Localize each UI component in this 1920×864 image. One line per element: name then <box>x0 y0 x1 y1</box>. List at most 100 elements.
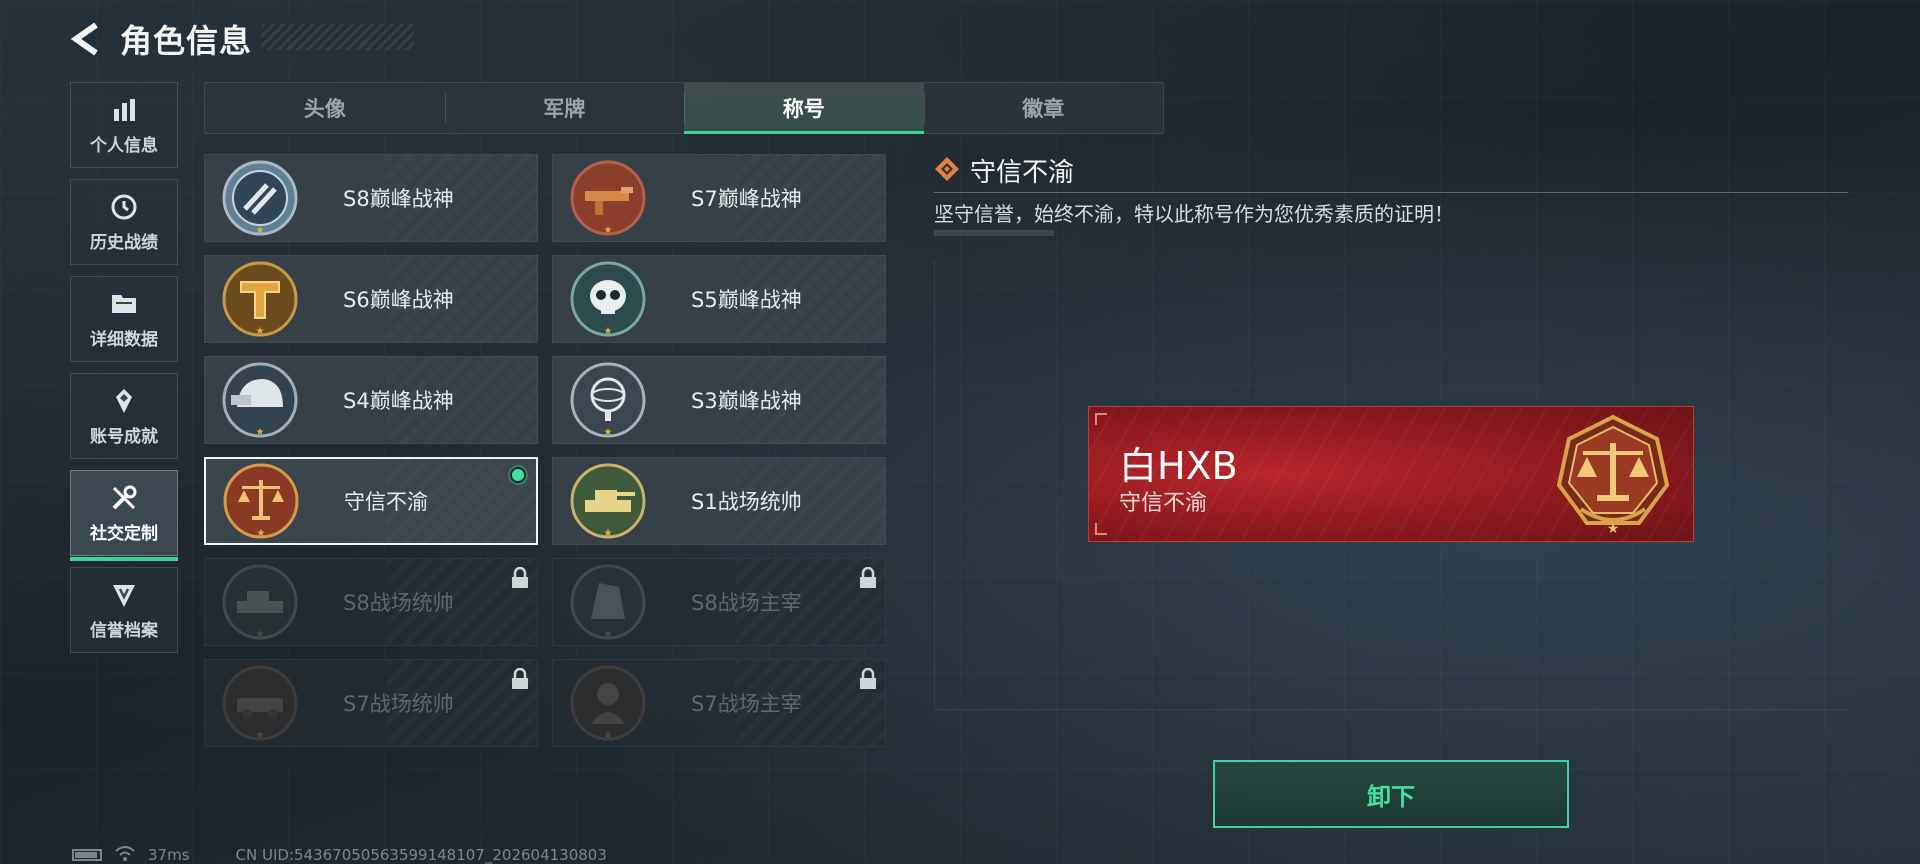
title-name: S6巅峰战神 <box>343 288 454 312</box>
building-emblem-icon: ★ <box>569 563 647 641</box>
sidebar-item-label: 历史战绩 <box>90 232 158 253</box>
diamond-icon <box>934 156 960 186</box>
title-card[interactable]: ★ S8巅峰战神 <box>204 154 538 242</box>
title-card[interactable]: ★ S5巅峰战神 <box>552 255 886 343</box>
title-name: S8战场统帅 <box>343 591 454 615</box>
sidebar-item-reputation[interactable]: 信誉档案 <box>70 567 178 653</box>
shield-rank-icon <box>109 580 139 610</box>
title-name: S7巅峰战神 <box>691 187 802 211</box>
unequip-button[interactable]: 卸下 <box>1213 760 1569 828</box>
title-card-locked[interactable]: ★ S7战场主宰 <box>552 659 886 747</box>
sidebar-item-achievements[interactable]: 账号成就 <box>70 373 178 459</box>
battery-icon <box>72 849 102 861</box>
vehicle-emblem-icon: ★ <box>221 664 299 742</box>
back-arrow-icon[interactable] <box>66 19 106 59</box>
svg-text:★: ★ <box>256 629 265 640</box>
title-card[interactable]: ★ S1战场统帅 <box>552 457 886 545</box>
svg-text:★: ★ <box>257 528 266 539</box>
nameplate-player-name: 白HXB <box>1119 444 1238 488</box>
sidebar-item-label: 个人信息 <box>90 135 158 156</box>
nameplate-preview: 白HXB 守信不渝 ★ <box>1088 406 1694 542</box>
latency-text: 37ms <box>148 846 190 864</box>
wifi-icon <box>114 845 136 864</box>
sidebar: 个人信息 历史战绩 详细数据 账号成就 社交定制 信誉档案 <box>70 82 178 664</box>
tank-emblem-icon: ★ <box>569 462 647 540</box>
nameplate-title: 守信不渝 <box>1119 491 1208 516</box>
category-tabs: 头像 军牌 称号 徽章 <box>204 82 1164 134</box>
page-header: 角色信息 <box>66 18 252 60</box>
status-bar: 37ms CN UID:54367050563599148107_2026041… <box>72 845 607 864</box>
tab-badge[interactable]: 徽章 <box>923 83 1164 133</box>
title-card-locked[interactable]: ★ S8战场主宰 <box>552 558 886 646</box>
title-card[interactable]: ★ S7巅峰战神 <box>552 154 886 242</box>
achievement-icon <box>109 386 139 416</box>
svg-text:★: ★ <box>256 326 265 337</box>
svg-text:★: ★ <box>1607 521 1620 537</box>
title-name: S3巅峰战神 <box>691 389 802 413</box>
scales-emblem-icon: ★ <box>222 462 300 540</box>
title-card[interactable]: ★ S6巅峰战神 <box>204 255 538 343</box>
title-name: S4巅峰战神 <box>343 389 454 413</box>
svg-text:★: ★ <box>604 629 613 640</box>
folder-icon <box>109 289 139 319</box>
detail-title: 守信不渝 <box>970 158 1075 188</box>
title-name: S8战场主宰 <box>691 591 802 615</box>
detail-subline <box>934 230 1054 236</box>
detail-header: 守信不渝 <box>934 152 1074 189</box>
tab-dog-tag[interactable]: 军牌 <box>444 83 685 133</box>
equipped-indicator <box>510 467 526 483</box>
sidebar-item-label: 详细数据 <box>90 329 158 350</box>
title-decoration <box>262 24 414 50</box>
scales-emblem-icon: ★ <box>1551 413 1675 537</box>
blue-stripe-emblem-icon: ★ <box>221 159 299 237</box>
title-grid: ★ S8巅峰战神 ★ S7巅峰战神 ★ S6巅峰战神 ★ S5巅峰战神 ★ S4… <box>204 154 886 747</box>
corner-bracket <box>1095 413 1107 425</box>
page-title: 角色信息 <box>120 22 253 60</box>
title-name: S7战场统帅 <box>343 692 454 716</box>
sidebar-item-social-custom[interactable]: 社交定制 <box>70 470 178 561</box>
svg-text:★: ★ <box>256 427 265 438</box>
title-card[interactable]: ★ S3巅峰战神 <box>552 356 886 444</box>
detail-description: 坚守信誉，始终不渝，特以此称号作为您优秀素质的证明！ <box>934 202 1454 226</box>
helmet-emblem-icon: ★ <box>221 361 299 439</box>
gold-t-emblem-icon: ★ <box>221 260 299 338</box>
title-name: S7战场主宰 <box>691 692 802 716</box>
sidebar-item-detailed-data[interactable]: 详细数据 <box>70 276 178 362</box>
title-name: S5巅峰战神 <box>691 288 802 312</box>
sidebar-item-label: 账号成就 <box>90 426 158 447</box>
lock-icon <box>859 667 877 690</box>
sidebar-item-personal-info[interactable]: 个人信息 <box>70 82 178 168</box>
title-card-locked[interactable]: ★ S8战场统帅 <box>204 558 538 646</box>
svg-text:★: ★ <box>604 730 613 741</box>
svg-text:★: ★ <box>604 528 613 539</box>
title-card[interactable]: ★ S4巅峰战神 <box>204 356 538 444</box>
lock-icon <box>511 566 529 589</box>
title-name: 守信不渝 <box>344 490 428 514</box>
tools-icon <box>109 483 139 513</box>
skull-emblem-icon: ★ <box>569 260 647 338</box>
title-card-selected[interactable]: ★ 守信不渝 <box>204 457 538 545</box>
sidebar-item-label: 社交定制 <box>90 523 158 544</box>
gun-emblem-icon: ★ <box>569 159 647 237</box>
svg-text:★: ★ <box>256 225 265 236</box>
history-icon <box>109 192 139 222</box>
sidebar-item-history[interactable]: 历史战绩 <box>70 179 178 265</box>
bar-chart-icon <box>109 95 139 125</box>
soldier-emblem-icon: ★ <box>569 664 647 742</box>
svg-text:★: ★ <box>604 427 613 438</box>
tab-title[interactable]: 称号 <box>684 83 924 134</box>
title-card-locked[interactable]: ★ S7战场统帅 <box>204 659 538 747</box>
title-name: S8巅峰战神 <box>343 187 454 211</box>
detail-divider <box>934 192 1848 193</box>
svg-text:★: ★ <box>604 225 613 236</box>
corner-bracket <box>1095 523 1107 535</box>
title-name: S1战场统帅 <box>691 490 802 514</box>
svg-text:★: ★ <box>604 326 613 337</box>
sidebar-item-label: 信誉档案 <box>90 620 158 641</box>
tank-emblem-icon: ★ <box>221 563 299 641</box>
globe-emblem-icon: ★ <box>569 361 647 439</box>
svg-text:★: ★ <box>256 730 265 741</box>
lock-icon <box>859 566 877 589</box>
tab-avatar[interactable]: 头像 <box>205 83 445 133</box>
lock-icon <box>511 667 529 690</box>
